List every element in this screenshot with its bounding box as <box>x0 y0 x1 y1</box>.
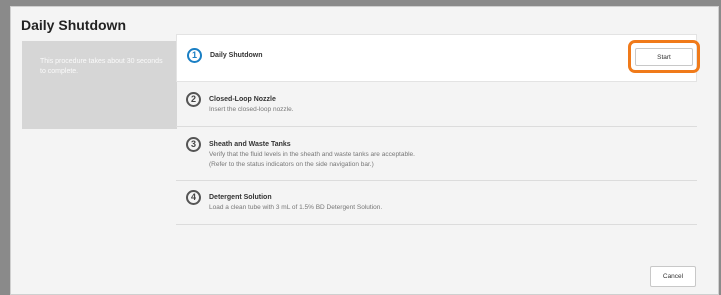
step-1: 1 Daily Shutdown <box>176 34 697 82</box>
step-4: 4 Detergent Solution Load a clean tube w… <box>176 181 697 225</box>
step-number-2: 2 <box>186 92 201 107</box>
step-2: 2 Closed-Loop Nozzle Insert the closed-l… <box>176 82 697 127</box>
step-desc-3b: (Refer to the status indicators on the s… <box>209 161 374 168</box>
step-number-3: 3 <box>186 137 201 152</box>
step-title-1: Daily Shutdown <box>210 52 263 59</box>
step-title-4: Detergent Solution <box>209 194 272 201</box>
step-3: 3 Sheath and Waste Tanks Verify that the… <box>176 127 697 181</box>
step-desc-2: Insert the closed-loop nozzle. <box>209 106 294 113</box>
step-number-4: 4 <box>186 190 201 205</box>
info-text: This procedure takes about 30 seconds to… <box>40 58 163 75</box>
cancel-button[interactable]: Cancel <box>650 266 696 287</box>
step-list: 1 Daily Shutdown 2 Closed-Loop Nozzle In… <box>176 34 697 225</box>
step-title-3: Sheath and Waste Tanks <box>209 141 291 148</box>
step-desc-3a: Verify that the fluid levels in the shea… <box>209 151 415 158</box>
step-number-1: 1 <box>187 48 202 63</box>
info-panel: This procedure takes about 30 seconds to… <box>22 41 177 129</box>
dialog-title: Daily Shutdown <box>21 17 126 33</box>
step-title-2: Closed-Loop Nozzle <box>209 96 276 103</box>
step-desc-4: Load a clean tube with 3 mL of 1.5% BD D… <box>209 204 383 211</box>
start-button[interactable]: Start <box>635 48 693 66</box>
